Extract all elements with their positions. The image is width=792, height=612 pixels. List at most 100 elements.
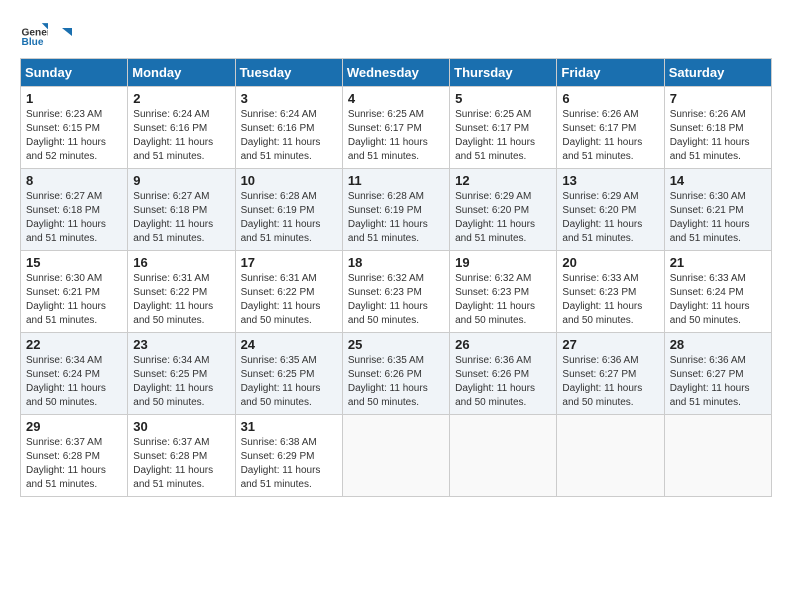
day-info: Sunrise: 6:36 AM Sunset: 6:27 PM Dayligh…: [670, 354, 766, 410]
day-info: Sunrise: 6:31 AM Sunset: 6:22 PM Dayligh…: [133, 272, 229, 328]
calendar-cell: 7Sunrise: 6:26 AM Sunset: 6:18 PM Daylig…: [664, 87, 771, 169]
logo-bird-icon: [52, 26, 72, 46]
calendar-cell: 1 Sunrise: 6:23 AM Sunset: 6:15 PM Daylig…: [21, 87, 128, 169]
calendar-cell: 3 Sunrise: 6:24 AM Sunset: 6:16 PM Daylig…: [235, 87, 342, 169]
day-number: 1: [26, 91, 122, 106]
calendar-table: SundayMondayTuesdayWednesdayThursdayFrid…: [20, 58, 772, 497]
day-info: Sunrise: 6:32 AM Sunset: 6:23 PM Dayligh…: [348, 272, 444, 328]
day-info: Sunrise: 6:25 AM Sunset: 6:17 PM Dayligh…: [348, 108, 444, 164]
day-number: 21: [670, 255, 766, 270]
day-info: Sunrise: 6:38 AM Sunset: 6:29 PM Dayligh…: [241, 436, 337, 492]
day-number: 19: [455, 255, 551, 270]
calendar-cell: 6 Sunrise: 6:26 AM Sunset: 6:17 PM Daylig…: [557, 87, 664, 169]
weekday-tuesday: Tuesday: [235, 59, 342, 87]
calendar-cell: 2Sunrise: 6:24 AM Sunset: 6:16 PM Daylig…: [128, 87, 235, 169]
day-number: 28: [670, 337, 766, 352]
weekday-monday: Monday: [128, 59, 235, 87]
calendar-cell: 29 Sunrise: 6:37 AM Sunset: 6:28 PM Dayli…: [21, 415, 128, 497]
calendar-cell: 12 Sunrise: 6:29 AM Sunset: 6:20 PM Dayli…: [450, 169, 557, 251]
day-number: 9: [133, 173, 229, 188]
day-number: 7: [670, 91, 766, 106]
day-info: Sunrise: 6:35 AM Sunset: 6:26 PM Dayligh…: [348, 354, 444, 410]
calendar-cell: 23 Sunrise: 6:34 AM Sunset: 6:25 PM Dayli…: [128, 333, 235, 415]
day-number: 31: [241, 419, 337, 434]
day-info: Sunrise: 6:24 AM Sunset: 6:16 PM Dayligh…: [133, 108, 229, 164]
day-number: 12: [455, 173, 551, 188]
day-number: 24: [241, 337, 337, 352]
calendar-body: 1 Sunrise: 6:23 AM Sunset: 6:15 PM Daylig…: [21, 87, 772, 497]
day-info: Sunrise: 6:37 AM Sunset: 6:28 PM Dayligh…: [26, 436, 122, 492]
weekday-thursday: Thursday: [450, 59, 557, 87]
calendar-cell: 5 Sunrise: 6:25 AM Sunset: 6:17 PM Daylig…: [450, 87, 557, 169]
calendar-cell: 25 Sunrise: 6:35 AM Sunset: 6:26 PM Dayli…: [342, 333, 449, 415]
day-number: 16: [133, 255, 229, 270]
calendar-cell: 13 Sunrise: 6:29 AM Sunset: 6:20 PM Dayli…: [557, 169, 664, 251]
calendar-cell: [450, 415, 557, 497]
day-number: 5: [455, 91, 551, 106]
calendar-cell: 22 Sunrise: 6:34 AM Sunset: 6:24 PM Dayli…: [21, 333, 128, 415]
day-info: Sunrise: 6:26 AM Sunset: 6:17 PM Dayligh…: [562, 108, 658, 164]
calendar-cell: 31 Sunrise: 6:38 AM Sunset: 6:29 PM Dayli…: [235, 415, 342, 497]
svg-text:Blue: Blue: [22, 37, 44, 48]
calendar-week-2: 8 Sunrise: 6:27 AM Sunset: 6:18 PM Daylig…: [21, 169, 772, 251]
day-info: Sunrise: 6:30 AM Sunset: 6:21 PM Dayligh…: [26, 272, 122, 328]
calendar-week-5: 29 Sunrise: 6:37 AM Sunset: 6:28 PM Dayli…: [21, 415, 772, 497]
calendar-cell: 27Sunrise: 6:36 AM Sunset: 6:27 PM Dayli…: [557, 333, 664, 415]
calendar-cell: 18 Sunrise: 6:32 AM Sunset: 6:23 PM Dayli…: [342, 251, 449, 333]
day-info: Sunrise: 6:36 AM Sunset: 6:26 PM Dayligh…: [455, 354, 551, 410]
day-number: 3: [241, 91, 337, 106]
calendar-week-4: 22 Sunrise: 6:34 AM Sunset: 6:24 PM Dayli…: [21, 333, 772, 415]
day-info: Sunrise: 6:34 AM Sunset: 6:24 PM Dayligh…: [26, 354, 122, 410]
calendar-cell: 8 Sunrise: 6:27 AM Sunset: 6:18 PM Daylig…: [21, 169, 128, 251]
day-info: Sunrise: 6:27 AM Sunset: 6:18 PM Dayligh…: [26, 190, 122, 246]
day-number: 22: [26, 337, 122, 352]
calendar-cell: 26Sunrise: 6:36 AM Sunset: 6:26 PM Dayli…: [450, 333, 557, 415]
calendar-cell: 9Sunrise: 6:27 AM Sunset: 6:18 PM Daylig…: [128, 169, 235, 251]
day-number: 20: [562, 255, 658, 270]
day-number: 29: [26, 419, 122, 434]
day-number: 30: [133, 419, 229, 434]
day-number: 10: [241, 173, 337, 188]
calendar-cell: 10 Sunrise: 6:28 AM Sunset: 6:19 PM Dayli…: [235, 169, 342, 251]
calendar-cell: 11Sunrise: 6:28 AM Sunset: 6:19 PM Dayli…: [342, 169, 449, 251]
calendar-cell: 4 Sunrise: 6:25 AM Sunset: 6:17 PM Daylig…: [342, 87, 449, 169]
day-number: 8: [26, 173, 122, 188]
day-info: Sunrise: 6:35 AM Sunset: 6:25 PM Dayligh…: [241, 354, 337, 410]
calendar-week-3: 15Sunrise: 6:30 AM Sunset: 6:21 PM Dayli…: [21, 251, 772, 333]
logo-icon: General Blue: [20, 20, 48, 48]
day-info: Sunrise: 6:29 AM Sunset: 6:20 PM Dayligh…: [455, 190, 551, 246]
calendar-cell: [664, 415, 771, 497]
calendar-cell: 28 Sunrise: 6:36 AM Sunset: 6:27 PM Dayli…: [664, 333, 771, 415]
day-info: Sunrise: 6:25 AM Sunset: 6:17 PM Dayligh…: [455, 108, 551, 164]
day-number: 11: [348, 173, 444, 188]
day-number: 25: [348, 337, 444, 352]
day-info: Sunrise: 6:28 AM Sunset: 6:19 PM Dayligh…: [241, 190, 337, 246]
day-number: 18: [348, 255, 444, 270]
day-number: 14: [670, 173, 766, 188]
day-info: Sunrise: 6:24 AM Sunset: 6:16 PM Dayligh…: [241, 108, 337, 164]
day-number: 4: [348, 91, 444, 106]
calendar-cell: 16 Sunrise: 6:31 AM Sunset: 6:22 PM Dayli…: [128, 251, 235, 333]
day-info: Sunrise: 6:33 AM Sunset: 6:23 PM Dayligh…: [562, 272, 658, 328]
day-info: Sunrise: 6:29 AM Sunset: 6:20 PM Dayligh…: [562, 190, 658, 246]
calendar-cell: 15Sunrise: 6:30 AM Sunset: 6:21 PM Dayli…: [21, 251, 128, 333]
day-info: Sunrise: 6:37 AM Sunset: 6:28 PM Dayligh…: [133, 436, 229, 492]
day-number: 6: [562, 91, 658, 106]
calendar-cell: 14Sunrise: 6:30 AM Sunset: 6:21 PM Dayli…: [664, 169, 771, 251]
weekday-header-row: SundayMondayTuesdayWednesdayThursdayFrid…: [21, 59, 772, 87]
weekday-friday: Friday: [557, 59, 664, 87]
day-info: Sunrise: 6:32 AM Sunset: 6:23 PM Dayligh…: [455, 272, 551, 328]
calendar-week-1: 1 Sunrise: 6:23 AM Sunset: 6:15 PM Daylig…: [21, 87, 772, 169]
calendar-cell: 19 Sunrise: 6:32 AM Sunset: 6:23 PM Dayli…: [450, 251, 557, 333]
calendar-cell: 20 Sunrise: 6:33 AM Sunset: 6:23 PM Dayli…: [557, 251, 664, 333]
calendar-cell: 30 Sunrise: 6:37 AM Sunset: 6:28 PM Dayli…: [128, 415, 235, 497]
day-info: Sunrise: 6:36 AM Sunset: 6:27 PM Dayligh…: [562, 354, 658, 410]
weekday-saturday: Saturday: [664, 59, 771, 87]
day-info: Sunrise: 6:34 AM Sunset: 6:25 PM Dayligh…: [133, 354, 229, 410]
weekday-sunday: Sunday: [21, 59, 128, 87]
day-info: Sunrise: 6:23 AM Sunset: 6:15 PM Dayligh…: [26, 108, 122, 164]
calendar-cell: 21Sunrise: 6:33 AM Sunset: 6:24 PM Dayli…: [664, 251, 771, 333]
calendar-cell: [557, 415, 664, 497]
day-number: 13: [562, 173, 658, 188]
day-number: 23: [133, 337, 229, 352]
